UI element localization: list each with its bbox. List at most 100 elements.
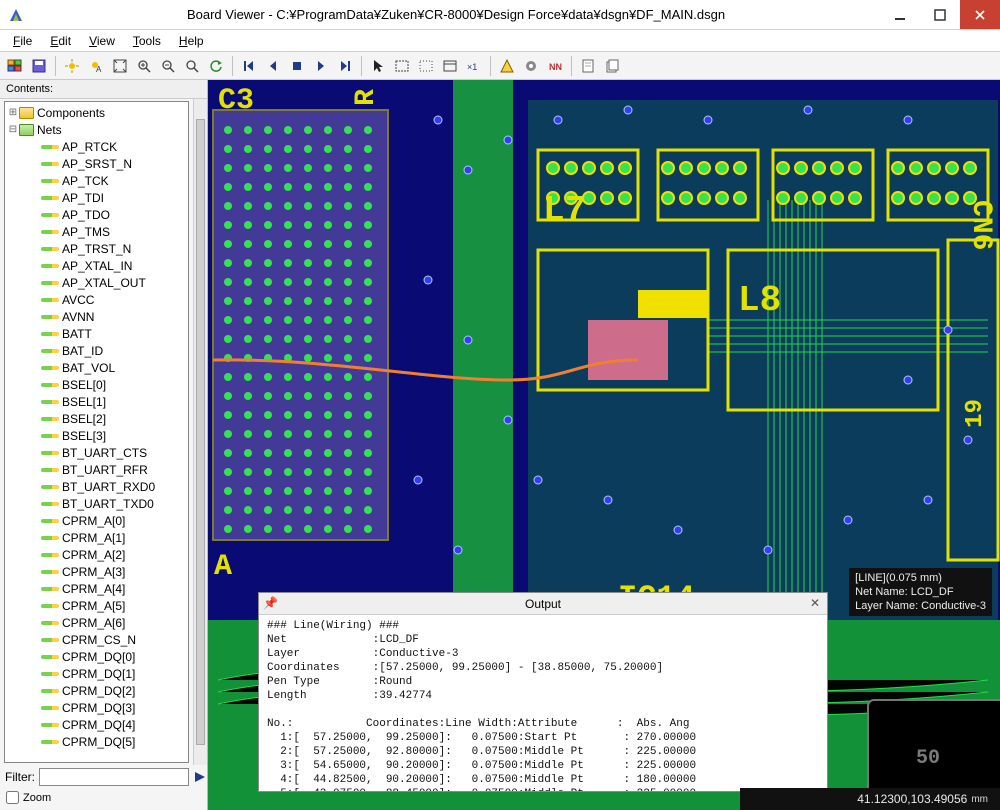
nav-next-icon[interactable]	[310, 55, 332, 77]
output-body[interactable]: ### Line(Wiring) ### Net :LCD_DF Layer :…	[259, 615, 827, 791]
tool-red-icon[interactable]: NN	[544, 55, 566, 77]
svg-text:NN: NN	[549, 62, 562, 71]
tree-net-item[interactable]: AVCC	[7, 291, 186, 308]
pcb-canvas[interactable]: C3 R L7 L8 IC14 A CN6 19 50 [LINE](0.075…	[208, 80, 1000, 810]
autobrightness-icon[interactable]: A	[85, 55, 107, 77]
tree-net-item[interactable]: AVNN	[7, 308, 186, 325]
zoom-checkbox[interactable]	[6, 791, 19, 804]
tree-node-components[interactable]: ⊞Components	[7, 104, 186, 121]
tree-net-item[interactable]: AP_XTAL_OUT	[7, 274, 186, 291]
nav-first-icon[interactable]	[238, 55, 260, 77]
left-panel: Contents: ⊞Components⊟NetsAP_RTCKAP_SRST…	[0, 80, 208, 810]
filter-go-button[interactable]	[193, 768, 207, 786]
tree-net-item[interactable]: BSEL[0]	[7, 376, 186, 393]
window-title: Board Viewer - C:¥ProgramData¥Zuken¥CR-8…	[32, 7, 880, 22]
nav-prev-icon[interactable]	[262, 55, 284, 77]
menu-help[interactable]: Help	[172, 32, 211, 50]
layers-icon[interactable]	[4, 55, 26, 77]
silk-l8: L8	[738, 280, 781, 321]
refresh-icon[interactable]	[205, 55, 227, 77]
tree-net-item[interactable]: CPRM_A[4]	[7, 580, 186, 597]
zoom-out-icon[interactable]	[157, 55, 179, 77]
tree-net-item[interactable]: BT_UART_TXD0	[7, 495, 186, 512]
tree-net-item[interactable]: CPRM_A[2]	[7, 546, 186, 563]
zoom-area-icon[interactable]	[181, 55, 203, 77]
tree-net-item[interactable]: BT_UART_RFR	[7, 461, 186, 478]
tree-net-item[interactable]: CPRM_DQ[2]	[7, 682, 186, 699]
menu-view[interactable]: View	[82, 32, 122, 50]
filter-input[interactable]	[39, 768, 189, 786]
tree-net-item[interactable]: BSEL[3]	[7, 427, 186, 444]
tree-net-item[interactable]: AP_TDI	[7, 189, 186, 206]
tree-net-item[interactable]: CPRM_A[3]	[7, 563, 186, 580]
silk-l7: L7	[543, 190, 586, 231]
menu-bar: File Edit View Tools Help	[0, 30, 1000, 52]
output-title: Output	[525, 597, 561, 611]
tree-net-item[interactable]: CPRM_A[0]	[7, 512, 186, 529]
contents-header: Contents:	[0, 80, 207, 99]
tree-net-item[interactable]: CPRM_DQ[0]	[7, 648, 186, 665]
tree-net-item[interactable]: AP_RTCK	[7, 138, 186, 155]
nav-last-icon[interactable]	[334, 55, 356, 77]
menu-file[interactable]: File	[6, 32, 39, 50]
save-icon[interactable]	[28, 55, 50, 77]
tree-net-item[interactable]: CPRM_A[5]	[7, 597, 186, 614]
fit-icon[interactable]	[109, 55, 131, 77]
tree-net-item[interactable]: BSEL[1]	[7, 393, 186, 410]
tree-net-item[interactable]: CPRM_CS_N	[7, 631, 186, 648]
tree-net-item[interactable]: BATT	[7, 325, 186, 342]
status-coords: 41.12300,103.49056	[857, 792, 967, 806]
tree-net-item[interactable]: AP_TRST_N	[7, 240, 186, 257]
cursor-icon[interactable]	[367, 55, 389, 77]
nav-stop-icon[interactable]	[286, 55, 308, 77]
toolbar: A ×1 NN	[0, 52, 1000, 80]
tool-sheet-icon[interactable]	[577, 55, 599, 77]
tree-net-item[interactable]: BAT_ID	[7, 342, 186, 359]
filter-label: Filter:	[5, 770, 35, 784]
menu-tools[interactable]: Tools	[126, 32, 168, 50]
tree-net-item[interactable]: BT_UART_RXD0	[7, 478, 186, 495]
select-area-icon[interactable]	[391, 55, 413, 77]
tree-net-item[interactable]: CPRM_DQ[1]	[7, 665, 186, 682]
select-dotted-icon[interactable]	[415, 55, 437, 77]
menu-edit[interactable]: Edit	[43, 32, 78, 50]
tree-node-nets[interactable]: ⊟Nets	[7, 121, 186, 138]
tool-multi-sheet-icon[interactable]	[601, 55, 623, 77]
tree-net-item[interactable]: AP_XTAL_IN	[7, 257, 186, 274]
svg-text:×1: ×1	[467, 62, 477, 72]
snap-x1-icon[interactable]: ×1	[463, 55, 485, 77]
zoom-in-icon[interactable]	[133, 55, 155, 77]
output-close-button[interactable]: ✕	[807, 595, 823, 611]
silk-c3: C3	[218, 84, 254, 118]
app-icon	[6, 5, 26, 25]
tool-gear-icon[interactable]	[520, 55, 542, 77]
tree-net-item[interactable]: CPRM_A[1]	[7, 529, 186, 546]
brightness-icon[interactable]	[61, 55, 83, 77]
silk-50: 50	[916, 747, 940, 770]
status-unit: mm	[971, 794, 988, 805]
silk-a: A	[214, 550, 232, 584]
tree-net-item[interactable]: CPRM_DQ[3]	[7, 699, 186, 716]
grid-window-icon[interactable]	[439, 55, 461, 77]
output-panel[interactable]: 📌 Output ✕ ### Line(Wiring) ### Net :LCD…	[258, 592, 828, 792]
minimize-button[interactable]	[880, 0, 920, 29]
tree-net-item[interactable]: CPRM_DQ[4]	[7, 716, 186, 733]
close-button[interactable]	[960, 0, 1000, 29]
tree-net-item[interactable]: AP_TDO	[7, 206, 186, 223]
tree-net-item[interactable]: AP_TCK	[7, 172, 186, 189]
tree-net-item[interactable]: BAT_VOL	[7, 359, 186, 376]
tool-warn-icon[interactable]	[496, 55, 518, 77]
tree-scrollbar[interactable]	[193, 99, 207, 765]
maximize-button[interactable]	[920, 0, 960, 29]
pin-icon[interactable]: 📌	[263, 596, 278, 610]
title-bar: Board Viewer - C:¥ProgramData¥Zuken¥CR-8…	[0, 0, 1000, 30]
tree-net-item[interactable]: AP_TMS	[7, 223, 186, 240]
status-bar: 41.12300,103.49056 mm	[740, 788, 1000, 810]
tree-net-item[interactable]: AP_SRST_N	[7, 155, 186, 172]
tree-net-item[interactable]: CPRM_A[6]	[7, 614, 186, 631]
contents-tree[interactable]: ⊞Components⊟NetsAP_RTCKAP_SRST_NAP_TCKAP…	[4, 101, 189, 763]
tree-net-item[interactable]: CPRM_DQ[5]	[7, 733, 186, 750]
tree-net-item[interactable]: BT_UART_CTS	[7, 444, 186, 461]
tree-net-item[interactable]: BSEL[2]	[7, 410, 186, 427]
silk-r: R	[351, 89, 382, 106]
